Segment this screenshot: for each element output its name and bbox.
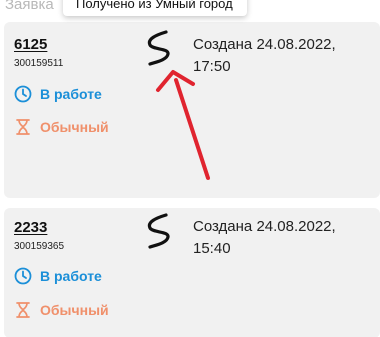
status-row: В работе: [14, 84, 102, 104]
source-tooltip: Получено из Умный город: [63, 0, 247, 16]
request-card[interactable]: 6125 300159511 Создана 24.08.2022, 17:50…: [4, 22, 380, 198]
created-date-line: Создана 24.08.2022,: [193, 36, 336, 53]
status-row: В работе: [14, 266, 102, 286]
list-header-label: Заявка: [5, 0, 54, 13]
priority-label: Обычный: [40, 302, 109, 318]
smart-city-s-icon[interactable]: [142, 30, 176, 66]
created-date: Создана 24.08.2022, 17:50: [193, 34, 336, 78]
source-tooltip-text: Получено из Умный город: [76, 0, 233, 11]
priority-row: Обычный: [14, 300, 109, 320]
priority-row: Обычный: [14, 117, 109, 137]
requests-list: Заявка Получено из Умный город 6125 3001…: [0, 0, 380, 337]
request-number-link[interactable]: 2233: [14, 219, 47, 236]
clock-icon: [14, 85, 32, 103]
clock-icon: [14, 267, 32, 285]
status-label: В работе: [40, 268, 102, 284]
created-date-line: Создана 24.08.2022,: [193, 218, 336, 235]
hourglass-icon: [16, 302, 30, 318]
smart-city-s-icon[interactable]: [142, 213, 176, 249]
created-time-line: 17:50: [193, 58, 231, 75]
request-card[interactable]: 2233 300159365 Создана 24.08.2022, 15:40…: [4, 208, 380, 337]
created-date: Создана 24.08.2022, 15:40: [193, 216, 336, 260]
hourglass-icon: [16, 119, 30, 135]
request-number-link[interactable]: 6125: [14, 36, 47, 53]
priority-label: Обычный: [40, 119, 109, 135]
request-id: 300159511: [14, 58, 64, 69]
status-label: В работе: [40, 86, 102, 102]
request-id: 300159365: [14, 241, 65, 252]
created-time-line: 15:40: [193, 240, 231, 257]
